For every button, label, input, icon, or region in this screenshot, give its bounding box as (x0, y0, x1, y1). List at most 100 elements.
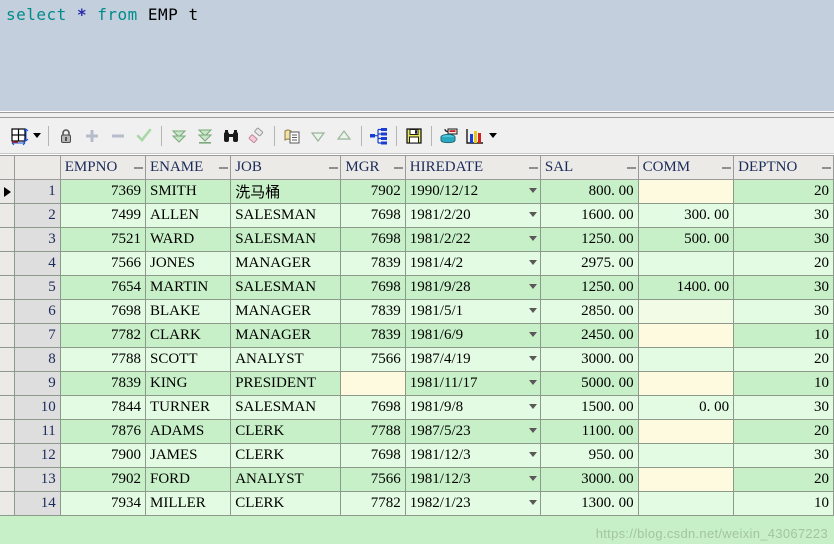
cell-deptno[interactable]: 10 (733, 491, 834, 516)
cell-deptno[interactable]: 20 (733, 467, 834, 492)
cell-deptno[interactable]: 30 (733, 443, 834, 468)
cell-empno[interactable]: 7902 (60, 467, 146, 492)
cell-empno[interactable]: 7698 (60, 299, 146, 324)
lock-icon[interactable] (53, 123, 79, 149)
column-resize-grip[interactable] (822, 167, 831, 169)
cell-comm[interactable] (638, 443, 735, 468)
cell-mgr[interactable]: 7698 (340, 227, 406, 252)
row-indicator-cell[interactable] (0, 203, 16, 228)
cell-comm[interactable]: 0. 00 (638, 395, 735, 420)
table-row[interactable]: 8 7788 SCOTT ANALYST 7566 1987/4/19 3000. 00 20 (0, 347, 834, 372)
cell-sal[interactable]: 3000. 00 (540, 467, 639, 492)
cell-comm[interactable] (638, 467, 735, 492)
cell-sal[interactable]: 1100. 00 (540, 419, 639, 444)
date-dropdown-arrow-icon[interactable] (528, 236, 537, 241)
column-header-comm[interactable]: COMM (638, 155, 735, 180)
cell-comm[interactable] (638, 491, 735, 516)
copy-icon[interactable] (279, 123, 305, 149)
cell-mgr[interactable]: 7902 (340, 179, 406, 204)
cell-comm[interactable] (638, 251, 735, 276)
cell-ename[interactable]: SMITH (145, 179, 232, 204)
row-number-cell[interactable]: 4 (14, 251, 61, 276)
row-number-cell[interactable]: 6 (14, 299, 61, 324)
cell-job[interactable]: 洗马桶 (230, 179, 342, 204)
cell-hiredate[interactable]: 1981/11/17 (405, 371, 541, 396)
cell-job[interactable]: PRESIDENT (230, 371, 342, 396)
cell-comm[interactable] (638, 299, 735, 324)
cell-empno[interactable]: 7654 (60, 275, 146, 300)
row-number-cell[interactable]: 12 (14, 443, 61, 468)
cell-ename[interactable]: ADAMS (145, 419, 232, 444)
row-number-cell[interactable]: 1 (14, 179, 61, 204)
date-dropdown-arrow-icon[interactable] (528, 404, 537, 409)
cell-mgr[interactable]: 7566 (340, 347, 406, 372)
cell-sal[interactable]: 2850. 00 (540, 299, 639, 324)
column-header-sal[interactable]: SAL (540, 155, 639, 180)
cell-sal[interactable]: 3000. 00 (540, 347, 639, 372)
cell-hiredate[interactable]: 1987/5/23 (405, 419, 541, 444)
date-dropdown-arrow-icon[interactable] (528, 308, 537, 313)
row-pointer-cell[interactable] (0, 179, 16, 204)
column-header-mgr[interactable]: MGR (340, 155, 406, 180)
cell-hiredate[interactable]: 1981/2/20 (405, 203, 541, 228)
cell-mgr[interactable]: 7839 (340, 299, 406, 324)
cell-empno[interactable]: 7521 (60, 227, 146, 252)
cell-ename[interactable]: JONES (145, 251, 232, 276)
cell-ename[interactable]: TURNER (145, 395, 232, 420)
cell-deptno[interactable]: 20 (733, 419, 834, 444)
db-export-icon[interactable] (436, 123, 462, 149)
column-resize-grip[interactable] (133, 167, 143, 169)
cell-hiredate[interactable]: 1981/5/1 (405, 299, 541, 324)
table-row[interactable]: 9 7839 KING PRESIDENT 1981/11/17 5000. 00 10 (0, 371, 834, 396)
cell-comm[interactable]: 300. 00 (638, 203, 735, 228)
cell-comm[interactable] (638, 419, 735, 444)
bar-chart-dropdown-arrow[interactable] (489, 133, 497, 138)
cell-deptno[interactable]: 20 (733, 347, 834, 372)
cell-hiredate[interactable]: 1982/1/23 (405, 491, 541, 516)
table-row[interactable]: 7 7782 CLARK MANAGER 7839 1981/6/9 2450. 00 10 (0, 323, 834, 348)
cell-job[interactable]: CLERK (230, 491, 342, 516)
table-row[interactable]: 12 7900 JAMES CLERK 7698 1981/12/3 950. 00 30 (0, 443, 834, 468)
date-dropdown-arrow-icon[interactable] (528, 380, 537, 385)
cell-mgr[interactable]: 7839 (340, 323, 406, 348)
check-icon[interactable] (131, 123, 157, 149)
cell-hiredate[interactable]: 1990/12/12 (405, 179, 541, 204)
table-row[interactable]: 1 7369 SMITH 洗马桶 7902 1990/12/12 800. 00 20 (0, 179, 834, 204)
cell-ename[interactable]: KING (145, 371, 232, 396)
cell-empno[interactable]: 7934 (60, 491, 146, 516)
row-indicator-cell[interactable] (0, 251, 16, 276)
cell-job[interactable]: SALESMAN (230, 227, 342, 252)
row-indicator-cell[interactable] (0, 275, 16, 300)
cell-job[interactable]: SALESMAN (230, 203, 342, 228)
cell-sal[interactable]: 1250. 00 (540, 227, 639, 252)
cell-empno[interactable]: 7900 (60, 443, 146, 468)
row-indicator-cell[interactable] (0, 395, 16, 420)
date-dropdown-arrow-icon[interactable] (528, 452, 537, 457)
table-row[interactable]: 13 7902 FORD ANALYST 7566 1981/12/3 3000. 00 20 (0, 467, 834, 492)
row-indicator-cell[interactable] (0, 419, 16, 444)
cell-sal[interactable]: 800. 00 (540, 179, 639, 204)
row-indicator-cell[interactable] (0, 347, 16, 372)
cell-deptno[interactable]: 30 (733, 227, 834, 252)
cell-sal[interactable]: 2975. 00 (540, 251, 639, 276)
date-dropdown-arrow-icon[interactable] (528, 332, 537, 337)
cell-comm[interactable]: 1400. 00 (638, 275, 735, 300)
cell-comm[interactable] (638, 323, 735, 348)
plus-icon[interactable] (79, 123, 105, 149)
table-row[interactable]: 6 7698 BLAKE MANAGER 7839 1981/5/1 2850. 00 30 (0, 299, 834, 324)
cell-mgr[interactable]: 7698 (340, 395, 406, 420)
cell-mgr[interactable]: 7698 (340, 275, 406, 300)
date-dropdown-arrow-icon[interactable] (528, 356, 537, 361)
cell-mgr[interactable] (340, 371, 406, 396)
cell-deptno[interactable]: 30 (733, 395, 834, 420)
cell-job[interactable]: MANAGER (230, 251, 342, 276)
table-row[interactable]: 5 7654 MARTIN SALESMAN 7698 1981/9/28 1250. 00… (0, 275, 834, 300)
table-row[interactable]: 3 7521 WARD SALESMAN 7698 1981/2/22 1250. 00 50… (0, 227, 834, 252)
sort-desc-icon[interactable] (305, 123, 331, 149)
cell-comm[interactable]: 500. 00 (638, 227, 735, 252)
cell-ename[interactable]: JAMES (145, 443, 232, 468)
cell-hiredate[interactable]: 1981/9/28 (405, 275, 541, 300)
column-resize-grip[interactable] (219, 167, 229, 169)
row-number-cell[interactable]: 14 (14, 491, 61, 516)
cell-deptno[interactable]: 30 (733, 275, 834, 300)
